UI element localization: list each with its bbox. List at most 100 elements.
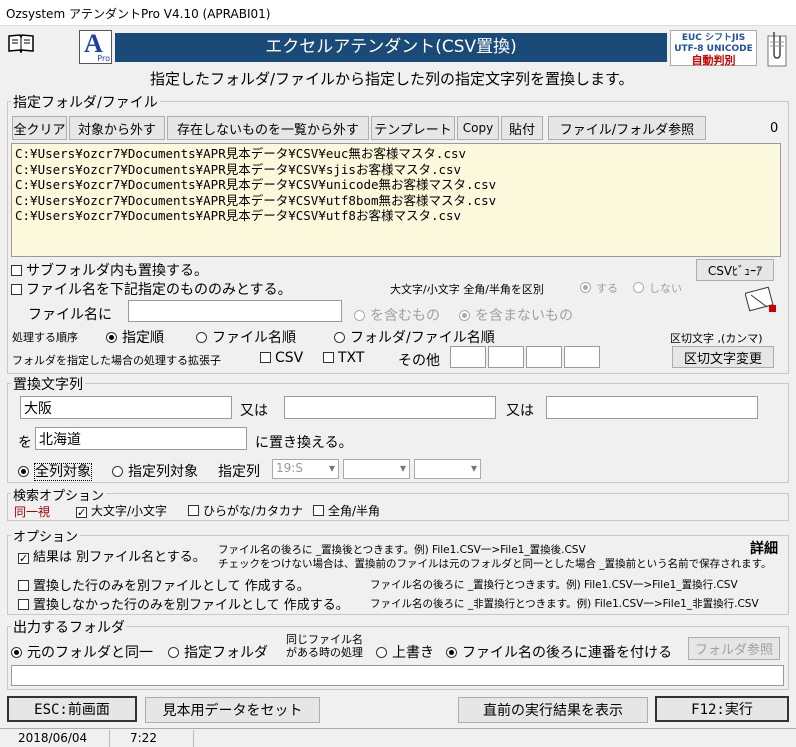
run-button[interactable]: F12:実行 <box>655 696 789 722</box>
file-count: 0 <box>770 121 779 136</box>
status-date: 2018/06/04 <box>0 730 110 747</box>
ext-csv-label: CSV <box>275 350 304 366</box>
kana-checkbox[interactable] <box>188 505 199 516</box>
same-folder-label: 元のフォルダと同一 <box>27 645 153 661</box>
order-filename-label: ファイル名順 <box>212 330 296 346</box>
clear-all-button[interactable]: 全クリア <box>12 116 67 140</box>
file-list-item[interactable]: C:¥Users¥ozcr7¥Documents¥APR見本データ¥CSV¥un… <box>15 177 777 193</box>
filename-filter-option[interactable]: ファイル名を下記指定のもののみとする。 <box>11 279 292 299</box>
ext-csv-checkbox[interactable] <box>260 352 271 363</box>
serial-radio[interactable]: ファイル名の後ろに連番を付ける <box>446 642 672 662</box>
search-input-1[interactable]: 大阪 <box>20 396 232 419</box>
filename-prefix-label: ファイル名に <box>28 307 112 323</box>
file-list-item[interactable]: C:¥Users¥ozcr7¥Documents¥APR見本データ¥CSV¥sj… <box>15 162 777 178</box>
case-checkbox[interactable]: ✓ <box>76 507 87 518</box>
ext-txt-label: TXT <box>338 350 365 366</box>
search-input-2[interactable] <box>284 396 496 419</box>
subfolder-option[interactable]: サブフォルダ内も置換する。 <box>11 260 208 280</box>
subfolder-label: サブフォルダ内も置換する。 <box>26 263 208 279</box>
ext-other-input-1[interactable] <box>450 346 486 368</box>
file-list-item[interactable]: C:¥Users¥ozcr7¥Documents¥APR見本データ¥CSV¥ut… <box>15 208 777 224</box>
ext-txt-option[interactable]: TXT <box>323 350 364 366</box>
not-contains-label: を含まないもの <box>475 308 573 324</box>
replaced-only-option[interactable]: 置換した行のみを別ファイルとして 作成する。 <box>18 575 310 594</box>
sample-data-button[interactable]: 見本用データをセット <box>145 697 320 723</box>
replacement-input[interactable]: 北海道 <box>35 427 247 450</box>
width-checkbox[interactable] <box>313 505 324 516</box>
ext-txt-checkbox[interactable] <box>323 352 334 363</box>
serial-label: ファイル名の後ろに連番を付ける <box>462 645 672 661</box>
same-name-label: 同じファイル名 がある時の処理 <box>286 633 363 659</box>
not-replaced-checkbox[interactable] <box>18 599 29 610</box>
paste-button[interactable]: 貼付 <box>501 116 543 140</box>
detail-label[interactable]: 詳細 <box>750 538 778 558</box>
specified-folder-radio[interactable]: 指定フォルダ <box>168 642 268 662</box>
replaced-only-checkbox[interactable] <box>18 580 29 591</box>
last-result-button[interactable]: 直前の実行結果を表示 <box>458 697 648 723</box>
ext-other-input-4[interactable] <box>564 346 600 368</box>
app-logo: A Pro <box>79 29 112 64</box>
extension-label: フォルダを指定した場合の処理する拡張子 <box>12 354 221 367</box>
filename-filter-input[interactable] <box>128 300 342 322</box>
delimiter-label: 区切文字 ,(カンマ) <box>670 332 763 345</box>
file-list[interactable]: C:¥Users¥ozcr7¥Documents¥APR見本データ¥CSV¥eu… <box>11 143 781 257</box>
column-select-2[interactable] <box>343 459 410 479</box>
specific-columns-label: 指定列対象 <box>128 464 198 480</box>
remove-missing-button[interactable]: 存在しないものを一覧から外す <box>167 116 369 140</box>
ext-csv-option[interactable]: CSV <box>260 350 303 366</box>
filename-filter-checkbox[interactable] <box>11 284 22 295</box>
width-option[interactable]: 全角/半角 <box>313 502 380 519</box>
ext-other-input-2[interactable] <box>488 346 524 368</box>
copy-button[interactable]: Copy <box>457 116 499 140</box>
order-specified-label: 指定順 <box>122 330 164 346</box>
eraser-icon[interactable] <box>744 285 779 315</box>
separate-file-option[interactable]: ✓ 結果は 別ファイル名とする。 <box>18 546 206 565</box>
folder-group-label: 指定フォルダ/ファイル <box>11 92 160 112</box>
to-prefix-label: を <box>18 435 32 451</box>
overwrite-radio[interactable]: 上書き <box>376 642 434 662</box>
same-folder-radio[interactable]: 元のフォルダと同一 <box>11 642 153 662</box>
overwrite-label: 上書き <box>392 645 434 661</box>
file-list-item[interactable]: C:¥Users¥ozcr7¥Documents¥APR見本データ¥CSV¥ut… <box>15 193 777 209</box>
contains-radio[interactable]: を含むもの <box>354 305 440 325</box>
case-no-label: しない <box>649 282 682 295</box>
column-select-1[interactable]: 19:S <box>272 459 339 479</box>
filename-filter-label: ファイル名を下記指定のもののみとする。 <box>26 282 292 298</box>
separate-file-checkbox[interactable]: ✓ <box>18 553 29 564</box>
browse-file-folder-button[interactable]: ファイル/フォルダ参照 <box>548 116 706 140</box>
order-folder-file-label: フォルダ/ファイル名順 <box>350 330 495 346</box>
subfolder-checkbox[interactable] <box>11 265 22 276</box>
all-columns-radio[interactable]: 全列対象 <box>18 461 92 481</box>
folder-browse-button[interactable]: フォルダ参照 <box>688 637 780 660</box>
template-button[interactable]: テンプレート <box>371 116 455 140</box>
file-list-item[interactable]: C:¥Users¥ozcr7¥Documents¥APR見本データ¥CSV¥eu… <box>15 146 777 162</box>
order-filename-radio[interactable]: ファイル名順 <box>196 327 296 347</box>
order-specified-radio[interactable]: 指定順 <box>106 327 164 347</box>
esc-back-button[interactable]: ESC:前画面 <box>7 696 137 722</box>
same-treat-label: 同一視 <box>14 505 51 519</box>
output-path-input[interactable] <box>11 665 784 686</box>
specific-columns-radio[interactable]: 指定列対象 <box>112 461 198 481</box>
ext-other-input-3[interactable] <box>526 346 562 368</box>
delimiter-change-button[interactable]: 区切文字変更 <box>672 346 774 368</box>
not-replaced-label: 置換しなかった行のみを別ファイルとして 作成する。 <box>33 598 349 613</box>
case-no-radio[interactable]: しない <box>633 280 682 296</box>
ext-other-label: その他 <box>398 353 440 369</box>
case-option[interactable]: ✓ 大文字/小文字 <box>76 502 167 519</box>
book-icon[interactable] <box>8 33 34 54</box>
csv-viewer-button[interactable]: CSVﾋﾞｭｰｱ <box>696 259 774 281</box>
or-label-1: 又は <box>240 403 268 419</box>
case-yes-label: する <box>596 282 618 295</box>
remove-target-button[interactable]: 対象から外す <box>69 116 165 140</box>
badge-line3: 自動判別 <box>691 54 736 67</box>
order-folder-file-radio[interactable]: フォルダ/ファイル名順 <box>334 327 495 347</box>
column-select-3[interactable] <box>414 459 481 479</box>
not-replaced-option[interactable]: 置換しなかった行のみを別ファイルとして 作成する。 <box>18 594 349 613</box>
clip-icon[interactable] <box>765 28 789 68</box>
column-label: 指定列 <box>218 464 260 480</box>
kana-option[interactable]: ひらがな/カタカナ <box>188 502 303 519</box>
header-banner: エクセルアテンダント(CSV置換) <box>115 33 667 62</box>
not-contains-radio[interactable]: を含まないもの <box>459 305 573 325</box>
search-input-3[interactable] <box>546 396 758 419</box>
case-yes-radio[interactable]: する <box>580 280 618 296</box>
